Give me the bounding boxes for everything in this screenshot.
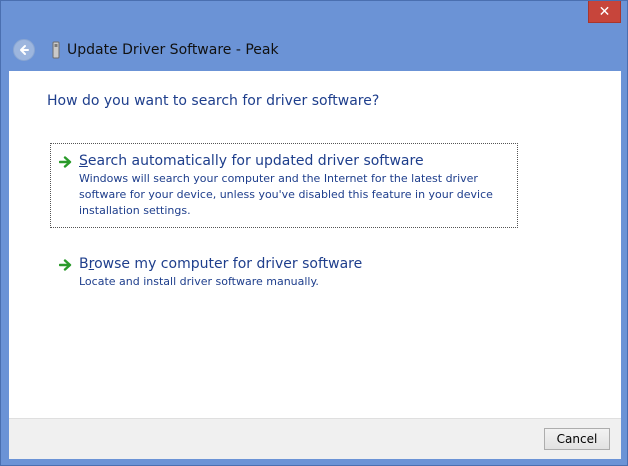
option-title-prefix: B [79, 256, 89, 272]
option-title: Search automatically for updated driver … [79, 152, 509, 170]
green-arrow-icon [59, 259, 72, 271]
search-automatically-option[interactable]: Search automatically for updated driver … [50, 143, 518, 228]
close-icon: ✕ [598, 3, 611, 20]
accelerator-key: S [79, 153, 88, 169]
option-title-text: earch automatically for updated driver s… [87, 153, 424, 169]
page-heading: How do you want to search for driver sof… [47, 93, 380, 109]
green-arrow-icon [59, 156, 72, 168]
back-button[interactable] [13, 39, 35, 61]
option-description: Locate and install driver software manua… [79, 275, 319, 288]
option-description: Windows will search your computer and th… [79, 172, 493, 217]
back-arrow-icon [20, 45, 29, 55]
dialog-window: ✕ Update Driver Software - Peak How do y… [0, 0, 628, 466]
footer-bar: Cancel [9, 418, 621, 459]
browse-computer-option[interactable]: Browse my computer for driver software L… [51, 247, 517, 298]
title-row: Update Driver Software - Peak [9, 37, 609, 63]
device-icon [52, 41, 60, 59]
content-area: How do you want to search for driver sof… [9, 71, 621, 418]
window-title: Update Driver Software - Peak [67, 42, 279, 58]
cancel-button[interactable]: Cancel [544, 428, 610, 450]
close-button[interactable]: ✕ [588, 1, 621, 23]
option-title-text: owse my computer for driver software [94, 256, 363, 272]
option-title: Browse my computer for driver software [79, 255, 509, 273]
